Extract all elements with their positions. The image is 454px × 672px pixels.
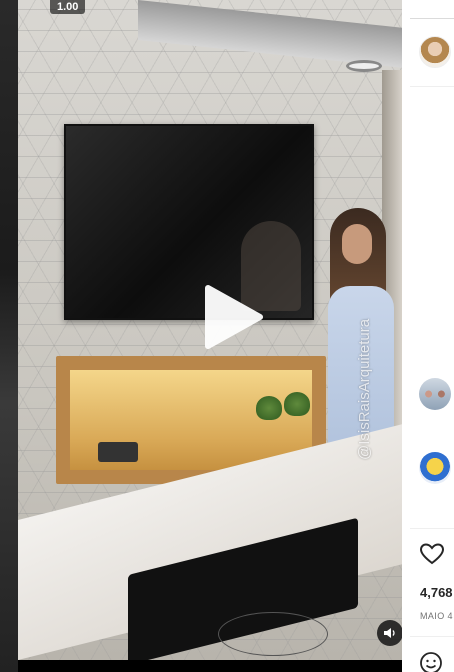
- likes-count[interactable]: 4,768: [420, 585, 453, 600]
- media-bottom-bar: [18, 660, 402, 672]
- commenter-avatar[interactable]: [419, 378, 451, 410]
- ceiling-light: [346, 60, 382, 72]
- heart-icon[interactable]: [419, 542, 445, 566]
- cooktop-burner: [218, 612, 328, 656]
- profile-avatar[interactable]: [419, 36, 451, 68]
- post-sidebar: 4,768 MAIO 4: [402, 0, 454, 672]
- smiley-icon[interactable]: [419, 651, 443, 672]
- speaker-glyph: [384, 628, 395, 638]
- commenter-avatar[interactable]: [419, 452, 451, 484]
- speaker-icon[interactable]: [377, 620, 402, 646]
- plant: [256, 396, 282, 420]
- post-modal: 1.00 @IsisRaisArquitetura 4,768 MAIO 4: [0, 0, 454, 672]
- video-player[interactable]: 1.00: [18, 0, 402, 660]
- divider: [410, 86, 454, 87]
- video-watermark: @IsisRaisArquitetura: [356, 318, 373, 460]
- decor-box: [98, 442, 138, 462]
- background-page: [0, 0, 18, 672]
- divider: [410, 18, 454, 19]
- plant: [284, 392, 310, 416]
- play-icon[interactable]: [202, 284, 264, 350]
- divider: [410, 636, 454, 637]
- television: [64, 124, 314, 320]
- post-date[interactable]: MAIO 4: [420, 611, 453, 621]
- presenter-face: [342, 224, 372, 264]
- divider: [410, 528, 454, 529]
- speed-badge: 1.00: [50, 0, 86, 14]
